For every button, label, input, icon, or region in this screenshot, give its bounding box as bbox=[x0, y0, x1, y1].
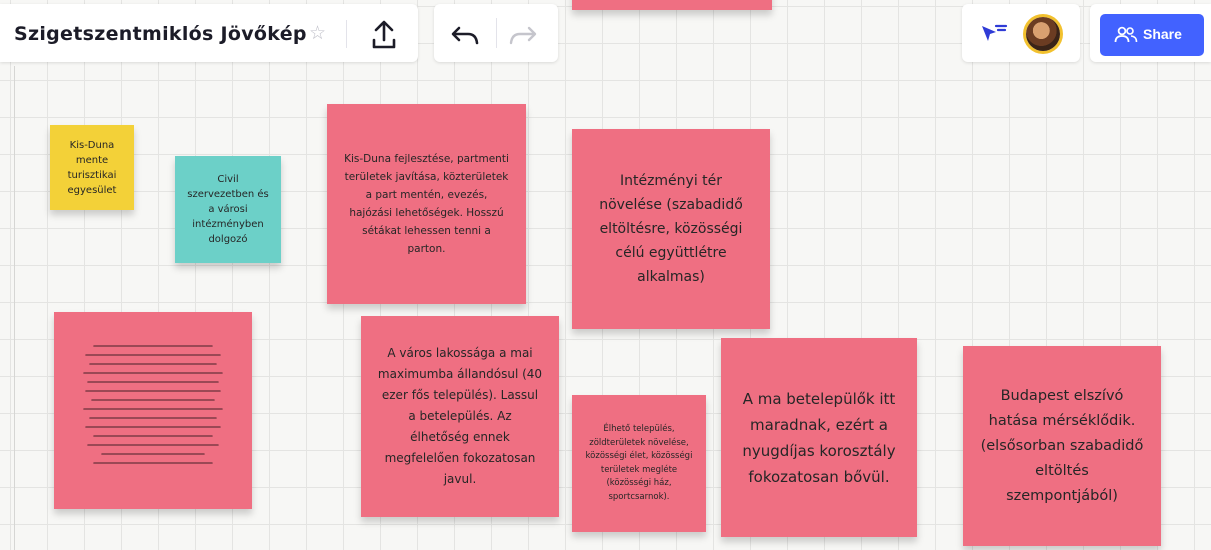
note-text: A város lakossága a mai maximumba álland… bbox=[377, 346, 543, 486]
show-cursors-button[interactable] bbox=[976, 18, 1010, 50]
board-title-toolbar: Szigetszentmiklós Jövőkép ☆ bbox=[0, 4, 418, 62]
board-title[interactable]: Szigetszentmiklós Jövőkép bbox=[14, 23, 307, 45]
note-text: A ma betelepülők itt maradnak, ezért a n… bbox=[742, 389, 896, 486]
canvas-edge-line bbox=[14, 66, 15, 550]
sticky-note-kis-duna-fejlesztes[interactable]: Kis-Duna fejlesztése, partmenti területe… bbox=[327, 104, 526, 304]
sticky-note-varos-lakossaga[interactable]: A város lakossága a mai maximumba álland… bbox=[361, 316, 559, 517]
user-avatar[interactable] bbox=[1026, 17, 1060, 51]
sticky-note-budapest[interactable]: Budapest elszívó hatása mérséklődik. (el… bbox=[963, 346, 1161, 546]
redo-button[interactable] bbox=[504, 16, 542, 52]
sticky-note-intezmenyi-ter[interactable]: Intézményi tér növelése (szabadidő eltöl… bbox=[572, 129, 770, 329]
illegible-text-lines bbox=[83, 345, 223, 464]
note-text: Kis-Duna fejlesztése, partmenti területe… bbox=[344, 153, 509, 255]
sticky-note-small-text[interactable] bbox=[54, 312, 252, 509]
undo-button[interactable] bbox=[446, 16, 484, 52]
share-button-label: Share bbox=[1143, 26, 1182, 42]
toolbar-divider bbox=[346, 20, 347, 48]
sticky-note-elheto-telepules[interactable]: Élhető település, zöldterületek növelése… bbox=[572, 395, 706, 532]
note-text: Civil szervezetben és a városi intézmény… bbox=[187, 174, 269, 245]
sticky-note-offscreen[interactable] bbox=[572, 0, 772, 10]
undo-icon bbox=[451, 26, 479, 45]
sticky-note-betelepulok[interactable]: A ma betelepülők itt maradnak, ezért a n… bbox=[721, 338, 917, 537]
star-icon[interactable]: ☆ bbox=[309, 22, 326, 44]
share-button[interactable]: Share bbox=[1100, 14, 1204, 56]
sticky-note-civil-szervezet[interactable]: Civil szervezetben és a városi intézmény… bbox=[175, 156, 281, 263]
export-button[interactable] bbox=[362, 16, 406, 56]
history-toolbar bbox=[434, 4, 558, 62]
note-text: Élhető település, zöldterületek növelése… bbox=[585, 424, 693, 502]
toolbar-divider bbox=[496, 18, 497, 48]
collaboration-toolbar bbox=[962, 4, 1080, 62]
people-icon bbox=[1114, 26, 1138, 43]
note-text: Intézményi tér növelése (szabadidő eltöl… bbox=[599, 173, 743, 285]
note-text: Kis-Duna mente turisztikai egyesület bbox=[67, 139, 117, 196]
upload-icon bbox=[372, 20, 396, 49]
note-text: Budapest elszívó hatása mérséklődik. (el… bbox=[980, 387, 1144, 504]
redo-icon bbox=[509, 26, 537, 45]
cursor-arrow-icon bbox=[982, 24, 1008, 41]
sticky-note-kis-duna-egyesulet[interactable]: Kis-Duna mente turisztikai egyesület bbox=[50, 125, 134, 210]
share-toolbar: Share bbox=[1090, 4, 1211, 62]
